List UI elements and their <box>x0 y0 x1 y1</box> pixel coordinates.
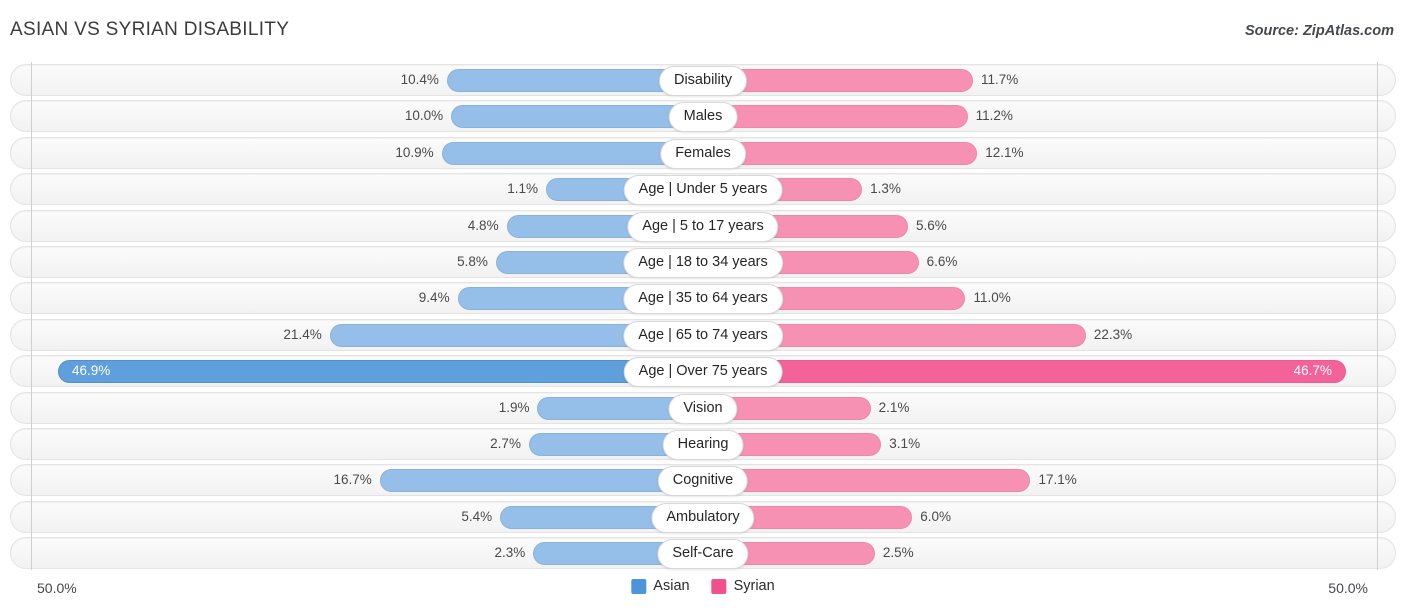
bar-syrian <box>703 360 1346 384</box>
value-label-asian: 4.8% <box>467 217 499 233</box>
legend-item[interactable]: Asian <box>631 578 690 594</box>
bar-row: 4.8% 5.6% Age | 5 to 17 years <box>0 208 1406 244</box>
legend-swatch-icon <box>631 578 647 594</box>
value-label-syrian: 1.3% <box>870 181 901 197</box>
chart-footer: 50.0% Asian Syrian 50.0% <box>0 572 1406 612</box>
category-label: Disability <box>658 66 748 96</box>
value-label-syrian: 11.2% <box>975 108 1013 124</box>
value-label-syrian: 11.0% <box>973 290 1011 306</box>
bar-row: 46.9% 46.7% Age | Over 75 years <box>0 353 1406 389</box>
bar-row: 9.4% 11.0% Age | 35 to 64 years <box>0 280 1406 316</box>
category-label: Self-Care <box>657 539 749 570</box>
value-label-syrian: 17.1% <box>1038 472 1077 488</box>
legend-label: Asian <box>653 578 690 594</box>
value-label-syrian: 6.6% <box>926 253 958 269</box>
value-label-asian: 10.9% <box>395 144 434 160</box>
chart-legend: Asian Syrian <box>631 578 775 594</box>
value-label-asian: 1.1% <box>507 181 538 197</box>
value-label-asian: 21.4% <box>283 326 322 342</box>
value-label-asian: 2.7% <box>490 435 521 451</box>
bar-row: 2.3% 2.5% Self-Care <box>0 535 1406 571</box>
value-label-syrian: 5.6% <box>915 217 947 233</box>
axis-label-left: 50.0% <box>37 580 77 596</box>
legend-swatch-icon <box>711 578 727 594</box>
value-label-syrian: 2.5% <box>882 545 914 561</box>
category-label: Vision <box>668 393 738 424</box>
legend-item[interactable]: Syrian <box>711 578 775 594</box>
disability-comparison-chart: ASIAN VS SYRIAN DISABILITY Source: ZipAt… <box>0 0 1406 612</box>
source-attribution: Source: ZipAtlas.com <box>1244 23 1394 39</box>
value-label-syrian: 3.1% <box>889 435 921 451</box>
legend-label: Syrian <box>733 578 775 594</box>
value-label-syrian: 22.3% <box>1093 326 1133 342</box>
category-label: Males <box>668 102 738 133</box>
category-label: Age | Over 75 years <box>623 357 783 388</box>
value-label-asian: 10.4% <box>400 72 439 87</box>
bar-row: 5.8% 6.6% Age | 18 to 34 years <box>0 244 1406 280</box>
bar-row: 10.9% 12.1% Females <box>0 135 1406 171</box>
gridline-left <box>31 62 32 570</box>
value-label-syrian: 12.1% <box>985 144 1024 160</box>
bar-row: 16.7% 17.1% Cognitive <box>0 462 1406 498</box>
value-label-asian: 5.4% <box>461 508 493 524</box>
category-label: Age | 65 to 74 years <box>623 320 783 351</box>
bar-asian <box>379 469 703 493</box>
value-label-asian: 46.9% <box>72 363 111 379</box>
bar-row: 10.4% 11.7% Disability <box>0 62 1406 98</box>
bar-row-list: 10.4% 11.7% Disability 10.0% 11.2% Males 10.9%… <box>0 62 1406 571</box>
gridline-right <box>1377 62 1378 570</box>
bar-row: 10.0% 11.2% Males <box>0 98 1406 134</box>
value-label-asian: 2.3% <box>494 545 526 561</box>
plot-area: 10.4% 11.7% Disability 10.0% 11.2% Males 10.9%… <box>0 62 1406 570</box>
value-label-asian: 5.8% <box>457 253 488 269</box>
value-label-syrian: 11.7% <box>980 72 1019 87</box>
category-label: Females <box>660 138 746 169</box>
category-label: Age | 18 to 34 years <box>623 247 783 278</box>
category-label: Hearing <box>662 429 744 460</box>
category-label: Age | Under 5 years <box>623 175 783 206</box>
category-label: Ambulatory <box>651 502 755 533</box>
value-label-syrian: 2.1% <box>878 399 910 415</box>
bar-syrian <box>703 105 968 129</box>
bar-row: 1.1% 1.3% Age | Under 5 years <box>0 171 1406 207</box>
bar-asian <box>451 105 703 129</box>
bar-row: 2.7% 3.1% Hearing <box>0 426 1406 462</box>
bar-row: 1.9% 2.1% Vision <box>0 390 1406 426</box>
chart-header: ASIAN VS SYRIAN DISABILITY Source: ZipAt… <box>0 0 1406 60</box>
axis-label-right: 50.0% <box>1328 580 1368 596</box>
value-label-syrian: 6.0% <box>920 508 951 524</box>
value-label-asian: 1.9% <box>498 399 530 415</box>
bar-row: 21.4% 22.3% Age | 65 to 74 years <box>0 317 1406 353</box>
page-title: ASIAN VS SYRIAN DISABILITY <box>10 19 290 40</box>
bar-asian <box>58 360 703 384</box>
bar-row: 5.4% 6.0% Ambulatory <box>0 499 1406 535</box>
value-label-asian: 16.7% <box>333 472 372 488</box>
bar-syrian <box>703 469 1031 493</box>
value-label-asian: 9.4% <box>418 290 450 306</box>
category-label: Age | 5 to 17 years <box>627 211 779 242</box>
category-label: Cognitive <box>657 466 749 497</box>
value-label-asian: 10.0% <box>404 108 444 124</box>
value-label-syrian: 46.7% <box>1293 363 1332 379</box>
category-label: Age | 35 to 64 years <box>623 284 783 315</box>
